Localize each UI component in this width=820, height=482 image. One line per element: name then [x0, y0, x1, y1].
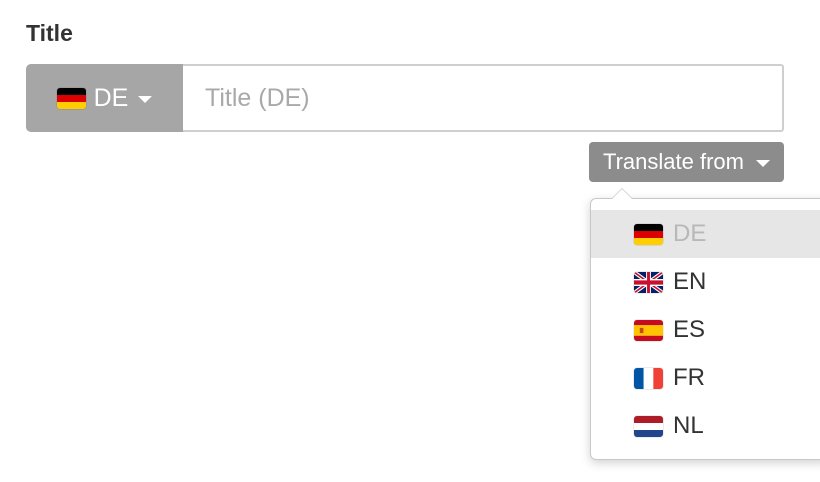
title-input-group: DE: [26, 64, 784, 132]
translate-from-label: Translate from: [602, 149, 744, 174]
dropdown-item-label: ES: [673, 316, 706, 343]
de-flag-icon: [56, 87, 86, 109]
dropdown-item-label: DE: [673, 220, 707, 247]
dropdown-item-label: FR: [673, 364, 705, 391]
translate-from-button[interactable]: Translate from: [589, 142, 784, 182]
dropdown-item-es[interactable]: ES: [591, 306, 820, 354]
dropdown-item-label: EN: [673, 268, 707, 295]
nl-flag-icon: [634, 415, 663, 437]
title-field-label: Title: [26, 20, 73, 46]
dropdown-item-fr[interactable]: FR: [591, 354, 820, 402]
es-flag-icon: [634, 319, 663, 341]
title-input[interactable]: [183, 64, 784, 132]
de-flag-icon: [634, 223, 663, 245]
dropdown-item-de: DE: [591, 210, 820, 258]
dropdown-item-nl[interactable]: NL: [591, 402, 820, 450]
language-select-label: DE: [93, 83, 129, 112]
dropdown-item-en[interactable]: EN: [591, 258, 820, 306]
fr-flag-icon: [634, 367, 663, 389]
chevron-down-icon: [138, 95, 153, 103]
language-select-button[interactable]: DE: [26, 64, 183, 132]
translate-language-dropdown: DE EN ES FR NL: [590, 188, 820, 460]
gb-flag-icon: [634, 271, 663, 293]
chevron-down-icon: [756, 159, 770, 167]
dropdown-item-label: NL: [673, 412, 704, 439]
